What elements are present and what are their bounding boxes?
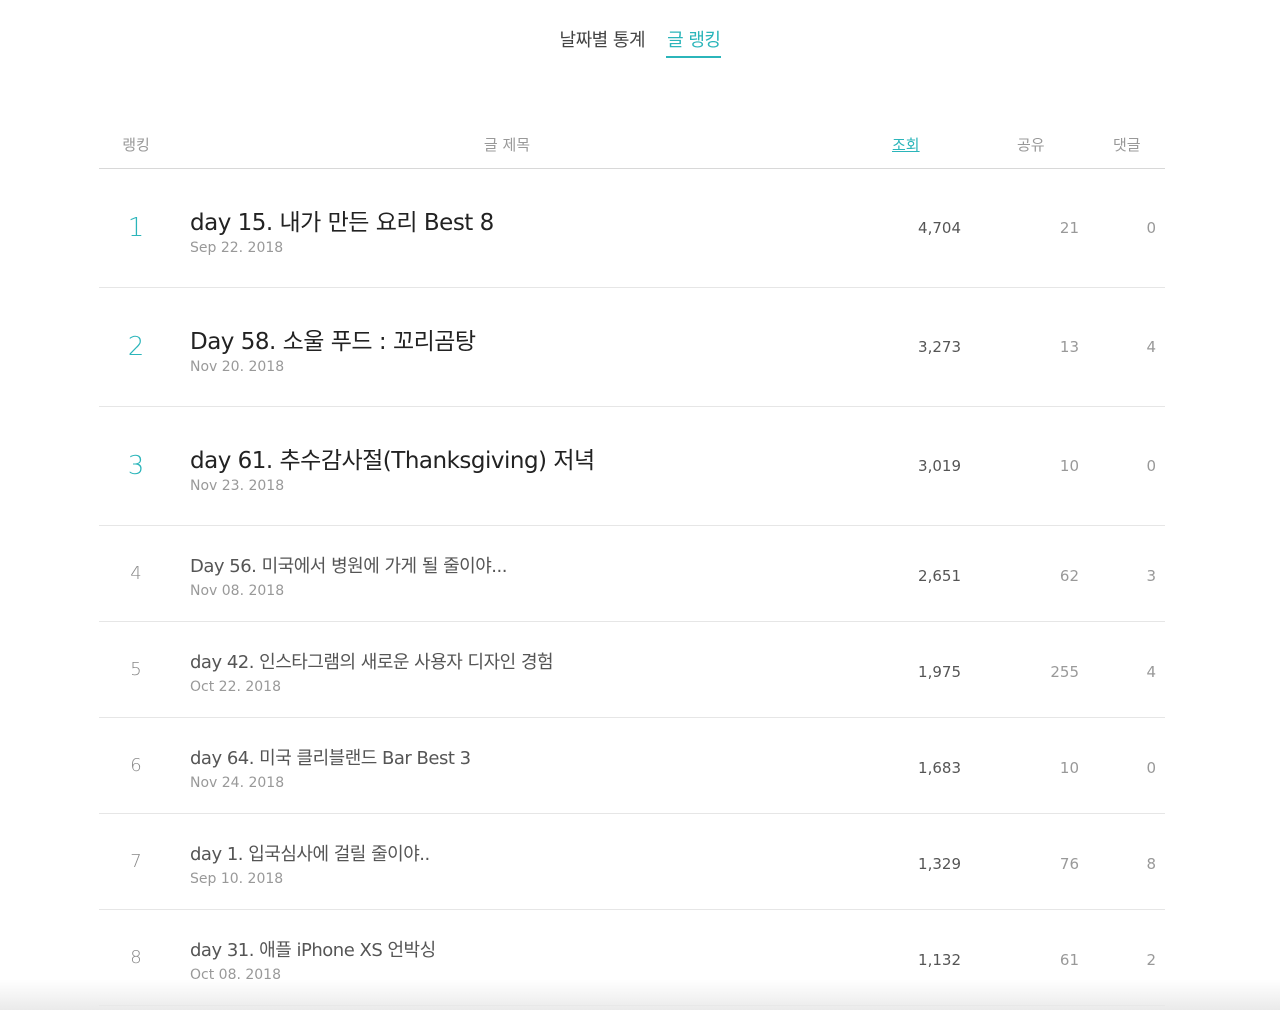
- view-count: 1,329: [918, 855, 961, 873]
- rank-number: 5: [130, 659, 142, 680]
- table-row[interactable]: 2 Day 58. 소울 푸드 : 꼬리곰탕 Nov 20. 2018 3,27…: [99, 288, 1165, 407]
- view-count: 3,273: [918, 338, 961, 356]
- post-title-link[interactable]: day 15. 내가 만든 요리 Best 8: [190, 203, 494, 237]
- post-title-link[interactable]: Day 56. 미국에서 병원에 가게 될 줄이야...: [190, 552, 507, 578]
- rank-number: 1: [127, 213, 145, 243]
- tab-post-ranking[interactable]: 글 랭킹: [666, 26, 722, 58]
- column-header-shares[interactable]: 공유: [1017, 134, 1045, 155]
- table-row[interactable]: 7 day 1. 입국심사에 걸릴 줄이야.. Sep 10. 2018 1,3…: [99, 814, 1165, 910]
- comment-count: 0: [1146, 759, 1156, 777]
- table-row[interactable]: 1 day 15. 내가 만든 요리 Best 8 Sep 22. 2018 4…: [99, 169, 1165, 288]
- post-title-link[interactable]: day 61. 추수감사절(Thanksgiving) 저녁: [190, 441, 595, 475]
- share-count: 62: [1059, 567, 1079, 585]
- view-count: 4,704: [918, 219, 961, 237]
- view-count: 1,132: [918, 951, 961, 969]
- post-title-link[interactable]: day 42. 인스타그램의 새로운 사용자 디자인 경험: [190, 648, 554, 674]
- rank-number: 3: [127, 451, 145, 481]
- rank-number: 4: [130, 563, 142, 584]
- share-count: 61: [1059, 951, 1079, 969]
- view-count: 3,019: [918, 457, 961, 475]
- rank-number: 7: [130, 851, 142, 872]
- column-header-rank: 랭킹: [122, 136, 150, 154]
- rank-number: 2: [127, 332, 145, 362]
- tab-daily-stats[interactable]: 날짜별 통계: [559, 26, 647, 58]
- post-date: Nov 20. 2018: [190, 359, 285, 375]
- post-date: Nov 08. 2018: [190, 583, 285, 599]
- column-header-title: 글 제목: [483, 136, 531, 154]
- share-count: 76: [1059, 855, 1079, 873]
- table-row[interactable]: 3 day 61. 추수감사절(Thanksgiving) 저녁 Nov 23.…: [99, 407, 1165, 526]
- post-date: Oct 22. 2018: [190, 679, 281, 695]
- table-row[interactable]: 8 day 31. 애플 iPhone XS 언박싱 Oct 08. 2018 …: [99, 910, 1165, 1006]
- comment-count: 8: [1146, 855, 1156, 873]
- table-row[interactable]: 4 Day 56. 미국에서 병원에 가게 될 줄이야... Nov 08. 2…: [99, 526, 1165, 622]
- view-count: 1,975: [918, 663, 961, 681]
- share-count: 10: [1059, 759, 1079, 777]
- post-date: Oct 08. 2018: [190, 967, 281, 983]
- table-row[interactable]: 6 day 64. 미국 클리블랜드 Bar Best 3 Nov 24. 20…: [99, 718, 1165, 814]
- post-title-link[interactable]: day 1. 입국심사에 걸릴 줄이야..: [190, 840, 430, 866]
- post-date: Nov 23. 2018: [190, 478, 285, 494]
- table-row[interactable]: 5 day 42. 인스타그램의 새로운 사용자 디자인 경험 Oct 22. …: [99, 622, 1165, 718]
- post-date: Sep 10. 2018: [190, 871, 284, 887]
- comment-count: 2: [1146, 951, 1156, 969]
- share-count: 255: [1050, 663, 1079, 681]
- post-date: Sep 22. 2018: [190, 240, 284, 256]
- share-count: 13: [1059, 338, 1079, 356]
- post-title-link[interactable]: day 64. 미국 클리블랜드 Bar Best 3: [190, 744, 471, 770]
- column-header-comments[interactable]: 댓글: [1113, 134, 1141, 155]
- comment-count: 0: [1146, 219, 1156, 237]
- comment-count: 4: [1146, 663, 1156, 681]
- rank-number: 8: [130, 947, 142, 968]
- view-count: 1,683: [918, 759, 961, 777]
- table-header: 랭킹 글 제목 조회 공유 댓글: [99, 120, 1165, 169]
- ranking-table: 랭킹 글 제목 조회 공유 댓글 1 day 15. 내가 만든 요리 Best…: [99, 120, 1165, 1006]
- post-title-link[interactable]: day 31. 애플 iPhone XS 언박싱: [190, 936, 436, 962]
- stats-tabs: 날짜별 통계 글 랭킹: [0, 26, 1280, 58]
- comment-count: 0: [1146, 457, 1156, 475]
- rank-number: 6: [130, 755, 142, 776]
- column-header-views[interactable]: 조회: [892, 134, 920, 155]
- comment-count: 3: [1146, 567, 1156, 585]
- post-date: Nov 24. 2018: [190, 775, 285, 791]
- comment-count: 4: [1146, 338, 1156, 356]
- share-count: 10: [1059, 457, 1079, 475]
- view-count: 2,651: [918, 567, 961, 585]
- post-title-link[interactable]: Day 58. 소울 푸드 : 꼬리곰탕: [190, 322, 476, 356]
- share-count: 21: [1059, 219, 1079, 237]
